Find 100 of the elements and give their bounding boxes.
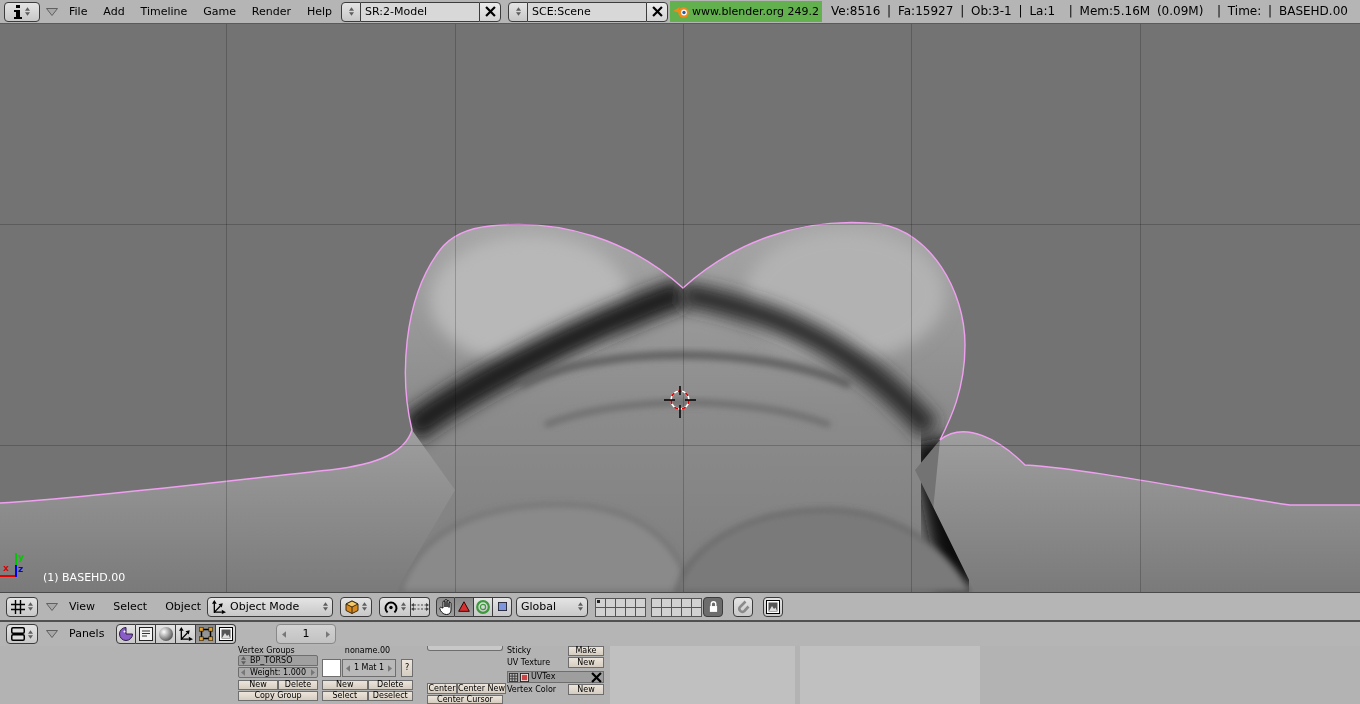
menu-item[interactable]: Help (306, 4, 332, 19)
context-tab[interactable] (176, 624, 196, 644)
hand-icon (438, 598, 453, 615)
layer-button[interactable] (635, 606, 646, 617)
panel-label: noname.00 (343, 646, 392, 655)
center-cursor-button[interactable]: Center Cursor (427, 695, 503, 704)
layer-button[interactable] (635, 597, 646, 608)
updown-arrows-icon (25, 7, 30, 16)
left-arrow-icon (282, 630, 286, 638)
context-tab[interactable] (156, 624, 176, 644)
screen-browse-button[interactable] (341, 1, 361, 22)
menu-item[interactable]: Select (113, 599, 148, 614)
right-arrow-icon (311, 669, 315, 676)
triangle-icon (458, 601, 470, 612)
layer-button[interactable] (595, 606, 606, 617)
panel-button[interactable]: Make (568, 646, 604, 656)
close-icon (651, 6, 663, 17)
delete-screen-button[interactable] (479, 1, 501, 22)
transform-tool-button[interactable] (493, 596, 512, 617)
layer-button[interactable] (615, 606, 626, 617)
draw-type-dropdown[interactable] (340, 596, 372, 617)
center-button[interactable]: Center (427, 683, 457, 694)
menu-item[interactable]: Render (251, 4, 291, 19)
layer-button[interactable] (661, 606, 672, 617)
menu-item[interactable]: File (69, 4, 88, 19)
context-tab[interactable] (116, 624, 136, 644)
context-tab[interactable] (136, 624, 156, 644)
panel-button[interactable] (427, 646, 503, 651)
scene-name-field[interactable]: SCE:Scene (528, 1, 646, 22)
layer-button[interactable] (605, 606, 616, 617)
layer-button[interactable] (671, 606, 682, 617)
new-button[interactable]: New (322, 680, 368, 690)
axes-icon (178, 627, 193, 641)
layer-button[interactable] (651, 606, 662, 617)
grid-icon (11, 599, 25, 614)
select-button[interactable]: Select (322, 691, 368, 701)
vertex-group-dropdown[interactable]: BP_TORSO (238, 655, 318, 666)
scene-browse-button[interactable] (508, 1, 528, 22)
transform-tool-button[interactable] (474, 596, 493, 617)
menu-item[interactable]: Add (103, 4, 125, 19)
delete-scene-button[interactable] (646, 1, 668, 22)
lock-icon (708, 601, 718, 612)
center-new-button[interactable]: Center New (457, 683, 506, 694)
magnet-icon (736, 599, 750, 614)
screen-name-field[interactable]: SR:2-Model (361, 1, 479, 22)
panels-menu[interactable]: Panels (69, 627, 109, 641)
context-tab[interactable] (196, 624, 216, 644)
lock-button[interactable] (703, 596, 723, 617)
delete-button[interactable]: Delete (367, 680, 413, 690)
weight-field[interactable]: Weight: 1.000 (238, 667, 318, 678)
deselect-button[interactable]: Deselect (367, 691, 413, 701)
editor-type-button[interactable] (4, 1, 40, 22)
layer-button[interactable] (681, 606, 692, 617)
orientation-dropdown[interactable]: Global (516, 596, 588, 617)
color-swatch-icon[interactable] (322, 659, 341, 677)
panel-label: Vertex Color (507, 685, 557, 694)
layer-button[interactable] (625, 606, 636, 617)
render-button[interactable] (763, 596, 783, 617)
menu-item[interactable]: Object (165, 599, 201, 614)
collapse-triangle-icon[interactable] (46, 630, 58, 638)
stacked-panels-icon (11, 627, 25, 641)
menu-item[interactable]: View (69, 599, 96, 614)
updown-arrows-icon (578, 602, 583, 611)
snap-button[interactable] (733, 596, 753, 617)
delete-button[interactable]: Delete (278, 680, 318, 690)
layer-button[interactable] (691, 606, 702, 617)
left-arrow-icon (241, 669, 245, 676)
grid-icon (509, 672, 518, 682)
frame-field[interactable]: 1 (276, 624, 336, 644)
collapse-triangle-icon[interactable] (46, 7, 58, 16)
menu-item[interactable]: Game (203, 4, 236, 19)
editor-type-button[interactable] (6, 624, 38, 644)
layer-button[interactable] (691, 597, 702, 608)
updown-arrows-icon (362, 602, 367, 611)
3d-viewport[interactable]: x y z (1) BASEHD.00 (0, 24, 1360, 592)
pivot-dropdown[interactable] (379, 596, 411, 617)
material-index-field[interactable]: 1 Mat 1 (342, 659, 396, 677)
document-icon (138, 627, 153, 641)
align-toggle-button[interactable] (411, 596, 430, 617)
panel-label: UV Texture (507, 658, 551, 667)
panel-button[interactable]: New (568, 684, 604, 695)
menu-item[interactable]: Timeline (140, 4, 188, 19)
axes-icon (212, 599, 226, 614)
new-button[interactable]: New (238, 680, 278, 690)
editor-type-button[interactable] (6, 596, 38, 617)
uv-layer-item[interactable]: UVTex (507, 671, 604, 683)
right-arrow-icon (388, 664, 392, 672)
copy-group-button[interactable]: Copy Group (238, 691, 318, 701)
transform-tool-button[interactable] (436, 596, 455, 617)
panel-button[interactable]: New (568, 657, 604, 668)
updown-arrows-icon (323, 602, 328, 611)
picture-icon (766, 599, 780, 614)
context-tab[interactable] (216, 624, 236, 644)
updown-arrows-icon (348, 7, 354, 16)
panel-label: Vertex Groups (238, 646, 296, 655)
transform-tool-button[interactable] (455, 596, 474, 617)
mode-dropdown[interactable]: Object Mode (207, 596, 333, 617)
collapse-triangle-icon[interactable] (46, 602, 58, 611)
info-icon (14, 4, 22, 19)
help-button[interactable]: ? (401, 659, 413, 677)
